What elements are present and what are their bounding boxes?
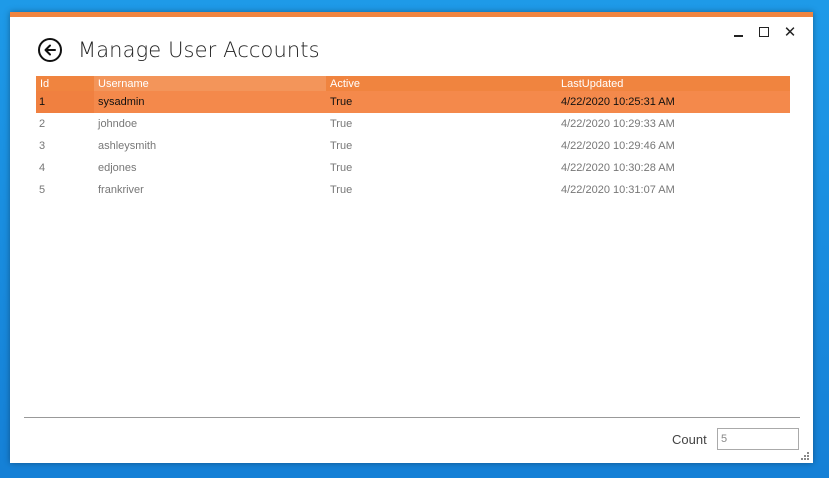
cell-username: johndoe (98, 118, 138, 130)
column-header-active[interactable]: Active (326, 76, 557, 91)
cell-active: True (330, 140, 353, 152)
cell-username: edjones (98, 162, 137, 174)
window-accent-bar (10, 12, 813, 17)
cell-username: frankriver (98, 184, 144, 196)
cell-lastupdated: 4/22/2020 10:29:46 AM (561, 140, 675, 152)
maximize-icon (759, 27, 769, 37)
back-arrow-icon[interactable] (38, 38, 62, 62)
table-row[interactable]: 2 johndoe True 4/22/2020 10:29:33 AM (36, 113, 790, 135)
cell-id: 1 (36, 91, 94, 113)
cell-id: 5 (39, 184, 46, 196)
cell-id: 4 (39, 162, 46, 174)
count-field[interactable]: 5 (717, 428, 799, 450)
table-row[interactable]: 5 frankriver True 4/22/2020 10:31:07 AM (36, 179, 790, 201)
table-row[interactable]: 4 edjones True 4/22/2020 10:30:28 AM (36, 157, 790, 179)
resize-grip-icon[interactable] (801, 452, 809, 460)
window-controls: ✕ (725, 22, 803, 42)
cell-lastupdated: 4/22/2020 10:29:33 AM (561, 118, 675, 130)
app-window: ✕ Manage User Accounts Id Username Activ… (10, 12, 813, 463)
column-header-id[interactable]: Id (36, 76, 94, 91)
cell-username: ashleysmith (98, 140, 157, 152)
column-header-lastupdated[interactable]: LastUpdated (557, 76, 790, 91)
cell-lastupdated: 4/22/2020 10:25:31 AM (561, 96, 675, 108)
cell-id: 2 (39, 118, 46, 130)
grid-header-row: Id Username Active LastUpdated (36, 76, 790, 91)
close-button[interactable]: ✕ (777, 22, 803, 42)
cell-active: True (330, 96, 353, 108)
table-row[interactable]: 3 ashleysmith True 4/22/2020 10:29:46 AM (36, 135, 790, 157)
count-label: Count (672, 432, 707, 447)
cell-active: True (330, 118, 353, 130)
cell-active: True (330, 162, 353, 174)
table-row[interactable]: 1 sysadmin True 4/22/2020 10:25:31 AM (36, 91, 790, 113)
cell-active: True (330, 184, 353, 196)
footer-divider (24, 417, 800, 418)
minimize-icon (733, 35, 743, 37)
user-accounts-grid: Id Username Active LastUpdated 1 sysadmi… (36, 76, 790, 201)
minimize-button[interactable] (725, 22, 751, 42)
column-header-username[interactable]: Username (94, 76, 326, 91)
cell-lastupdated: 4/22/2020 10:30:28 AM (561, 162, 675, 174)
page-header: Manage User Accounts (38, 38, 320, 62)
close-icon: ✕ (783, 22, 797, 41)
cell-lastupdated: 4/22/2020 10:31:07 AM (561, 184, 675, 196)
cell-username: sysadmin (98, 96, 145, 108)
page-title: Manage User Accounts (78, 38, 320, 62)
maximize-button[interactable] (751, 22, 777, 42)
cell-id: 3 (39, 140, 46, 152)
